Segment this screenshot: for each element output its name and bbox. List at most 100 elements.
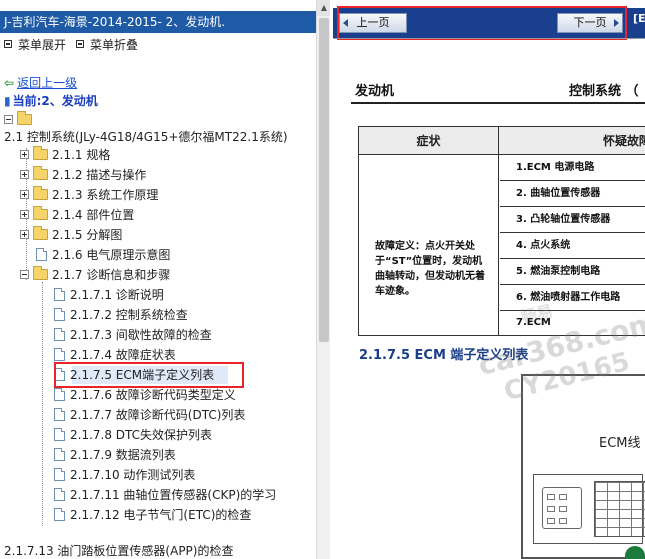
tree-item-doc[interactable]: 2.1.7.10 动作测试列表 <box>54 466 195 484</box>
tree-item-doc[interactable]: 2.1.7.12 电子节气门(ETC)的检查 <box>54 506 251 524</box>
tree-item-label: 2.1.7.2 控制系统检查 <box>70 308 188 322</box>
tree-guide-line <box>42 282 43 526</box>
connector-drawing <box>533 474 645 544</box>
tree-item-folder[interactable]: 2.1.4 部件位置 <box>20 206 134 224</box>
back-arrow-icon: ⇦ <box>4 76 15 90</box>
document-icon <box>54 468 65 481</box>
menu-expand-label: 菜单展开 <box>18 38 67 52</box>
tree-item-label: 2.1.7.4 故障症状表 <box>70 348 176 362</box>
folder-icon <box>33 206 48 220</box>
nav-bar-overflow-text: [E <box>633 12 645 25</box>
expand-toggle-icon[interactable] <box>20 230 29 239</box>
document-icon <box>54 448 65 461</box>
table-header-symptom: 症状 <box>359 127 499 155</box>
tree-item-folder[interactable]: 2.1.2 描述与操作 <box>20 166 146 184</box>
collapse-toggle-icon[interactable] <box>20 270 29 279</box>
scroll-up-arrow-icon[interactable]: ▲ <box>317 0 330 16</box>
folder-icon <box>33 226 48 240</box>
root-tree-node[interactable] <box>4 111 36 127</box>
back-link-label: 返回上一级 <box>17 76 78 90</box>
expand-icon <box>4 40 12 48</box>
vertical-scrollbar[interactable]: ▲ <box>316 0 330 559</box>
tree-item-label: 2.1.4 部件位置 <box>52 208 135 222</box>
ecm-connector-diagram: ECM线 <box>521 374 645 559</box>
folder-icon <box>33 166 48 180</box>
tree-item-label: 2.1.7 诊断信息和步骤 <box>52 268 171 282</box>
tree-item-label: 2.1.7.9 数据流列表 <box>70 448 176 462</box>
document-icon <box>54 508 65 521</box>
pin-shape <box>547 494 555 500</box>
menu-collapse-button[interactable]: 菜单折叠 <box>76 38 138 52</box>
tree-item-label: 2.1.7.6 故障诊断代码类型定义 <box>70 388 236 402</box>
tree-item-label: 2.1.2 描述与操作 <box>52 168 147 182</box>
expand-toggle-icon[interactable] <box>20 150 29 159</box>
tree-item-doc[interactable]: 2.1.7.7 故障诊断代码(DTC)列表 <box>54 406 245 424</box>
symptom-cell: 故障定义：点火开关处于“ST”位置时，发动机曲轴转动，但发动机无着车迹象。 <box>359 155 499 335</box>
plug-icon <box>625 546 645 559</box>
pin-shape <box>547 506 555 512</box>
tree-item-doc[interactable]: 2.1.7.11 曲轴位置传感器(CKP)的学习 <box>54 486 276 504</box>
tree-item-folder[interactable]: 2.1.7 诊断信息和步骤 <box>20 266 170 284</box>
tree-item-label: 2.1.1 规格 <box>52 148 111 162</box>
pin-shape <box>559 494 567 500</box>
current-location: ▮ 当前:2、发动机 <box>4 92 98 108</box>
expand-toggle-icon[interactable] <box>20 210 29 219</box>
tree-item-folder[interactable]: 2.1.5 分解图 <box>20 226 122 244</box>
tree-item-label: 2.1.5 分解图 <box>52 228 123 242</box>
document-icon <box>54 488 65 501</box>
document-icon <box>36 248 47 261</box>
expand-toggle-icon[interactable] <box>20 170 29 179</box>
tree-item-section[interactable]: 2.1 控制系统(JLy-4G18/4G15+德尔福MT22.1系统) <box>4 128 288 146</box>
folder-icon <box>33 146 48 160</box>
connector-pin-grid <box>594 481 645 537</box>
expand-toggle-icon[interactable] <box>20 190 29 199</box>
tree-item-folder[interactable]: 2.1.3 系统工作原理 <box>20 186 158 204</box>
symptom-description: 故障定义：点火开关处于“ST”位置时，发动机曲轴转动，但发动机无着车迹象。 <box>375 241 485 297</box>
doc-header-rule <box>351 102 645 104</box>
pin-shape <box>559 518 567 524</box>
tree-item-doc[interactable]: 2.1.7.1 诊断说明 <box>54 286 164 304</box>
divider <box>333 38 645 39</box>
pin-shape <box>559 506 567 512</box>
tree-item-doc[interactable]: 2.1.7.9 数据流列表 <box>54 446 176 464</box>
tree-item-label: 2.1.7.1 诊断说明 <box>70 288 164 302</box>
folder-open-icon <box>33 266 48 280</box>
tree-item-doc[interactable]: 2.1.7.13 油门踏板位置传感器(APP)的检查 <box>4 542 233 559</box>
menu-expand-button[interactable]: 菜单展开 <box>4 38 66 52</box>
doc-header-left: 发动机 <box>355 84 395 99</box>
selection-highlight-box <box>54 362 244 388</box>
document-icon <box>54 328 65 341</box>
collapse-toggle-icon <box>4 115 13 124</box>
location-icon: ▮ <box>4 94 11 108</box>
cause-row: 4. 点火系统 <box>500 233 645 259</box>
tree-item-label: 2.1.3 系统工作原理 <box>52 188 159 202</box>
collapse-icon <box>76 40 84 48</box>
tree-item-label: 2.1.7.7 故障诊断代码(DTC)列表 <box>70 408 246 422</box>
tree-item-label: 2.1.7.10 动作测试列表 <box>70 468 196 482</box>
pin-shape <box>547 518 555 524</box>
document-icon <box>54 428 65 441</box>
back-link[interactable]: ⇦ 返回上一级 <box>4 74 77 90</box>
tree-item-folder[interactable]: 2.1.1 规格 <box>20 146 110 164</box>
document-icon <box>54 308 65 321</box>
current-location-label: 当前:2、发动机 <box>12 94 98 108</box>
panel-title: J-吉利汽车-海景-2014-2015- 2、发动机. <box>0 11 316 33</box>
folder-icon <box>33 186 48 200</box>
document-icon <box>54 288 65 301</box>
tree-item-label: 2.1.7.13 油门踏板位置传感器(APP)的检查 <box>4 544 234 558</box>
table-header-cause: 怀疑故障项 <box>603 134 645 148</box>
tree-item-doc[interactable]: 2.1.7.3 间歇性故障的检查 <box>54 326 212 344</box>
scroll-thumb[interactable] <box>319 18 329 342</box>
tree-item-doc[interactable]: 2.1.7.8 DTC失效保护列表 <box>54 426 212 444</box>
tree-item-label: 2.1.7.12 电子节气门(ETC)的检查 <box>70 508 252 522</box>
document-viewer: 上一页 下一页 [E 发动机 控制系统 （ 症状 怀疑故障项 故障定义：点火开关… <box>333 0 645 559</box>
tree-item-doc[interactable]: 2.1.7.2 控制系统检查 <box>54 306 188 324</box>
connector-tab <box>542 487 582 529</box>
tree-item-doc[interactable]: 2.1.7.6 故障诊断代码类型定义 <box>54 386 236 404</box>
cause-row: 3. 凸轮轴位置传感器 <box>500 207 645 233</box>
tree-item-label: 2.1.7.3 间歇性故障的检查 <box>70 328 212 342</box>
tree-panel: J-吉利汽车-海景-2014-2015- 2、发动机. 菜单展开 菜单折叠 ⇦ 返… <box>0 0 330 559</box>
folder-open-icon <box>17 111 32 125</box>
cause-row: 1.ECM 电源电路 <box>500 155 645 181</box>
tree-item-doc[interactable]: 2.1.6 电气原理示意图 <box>36 246 170 264</box>
